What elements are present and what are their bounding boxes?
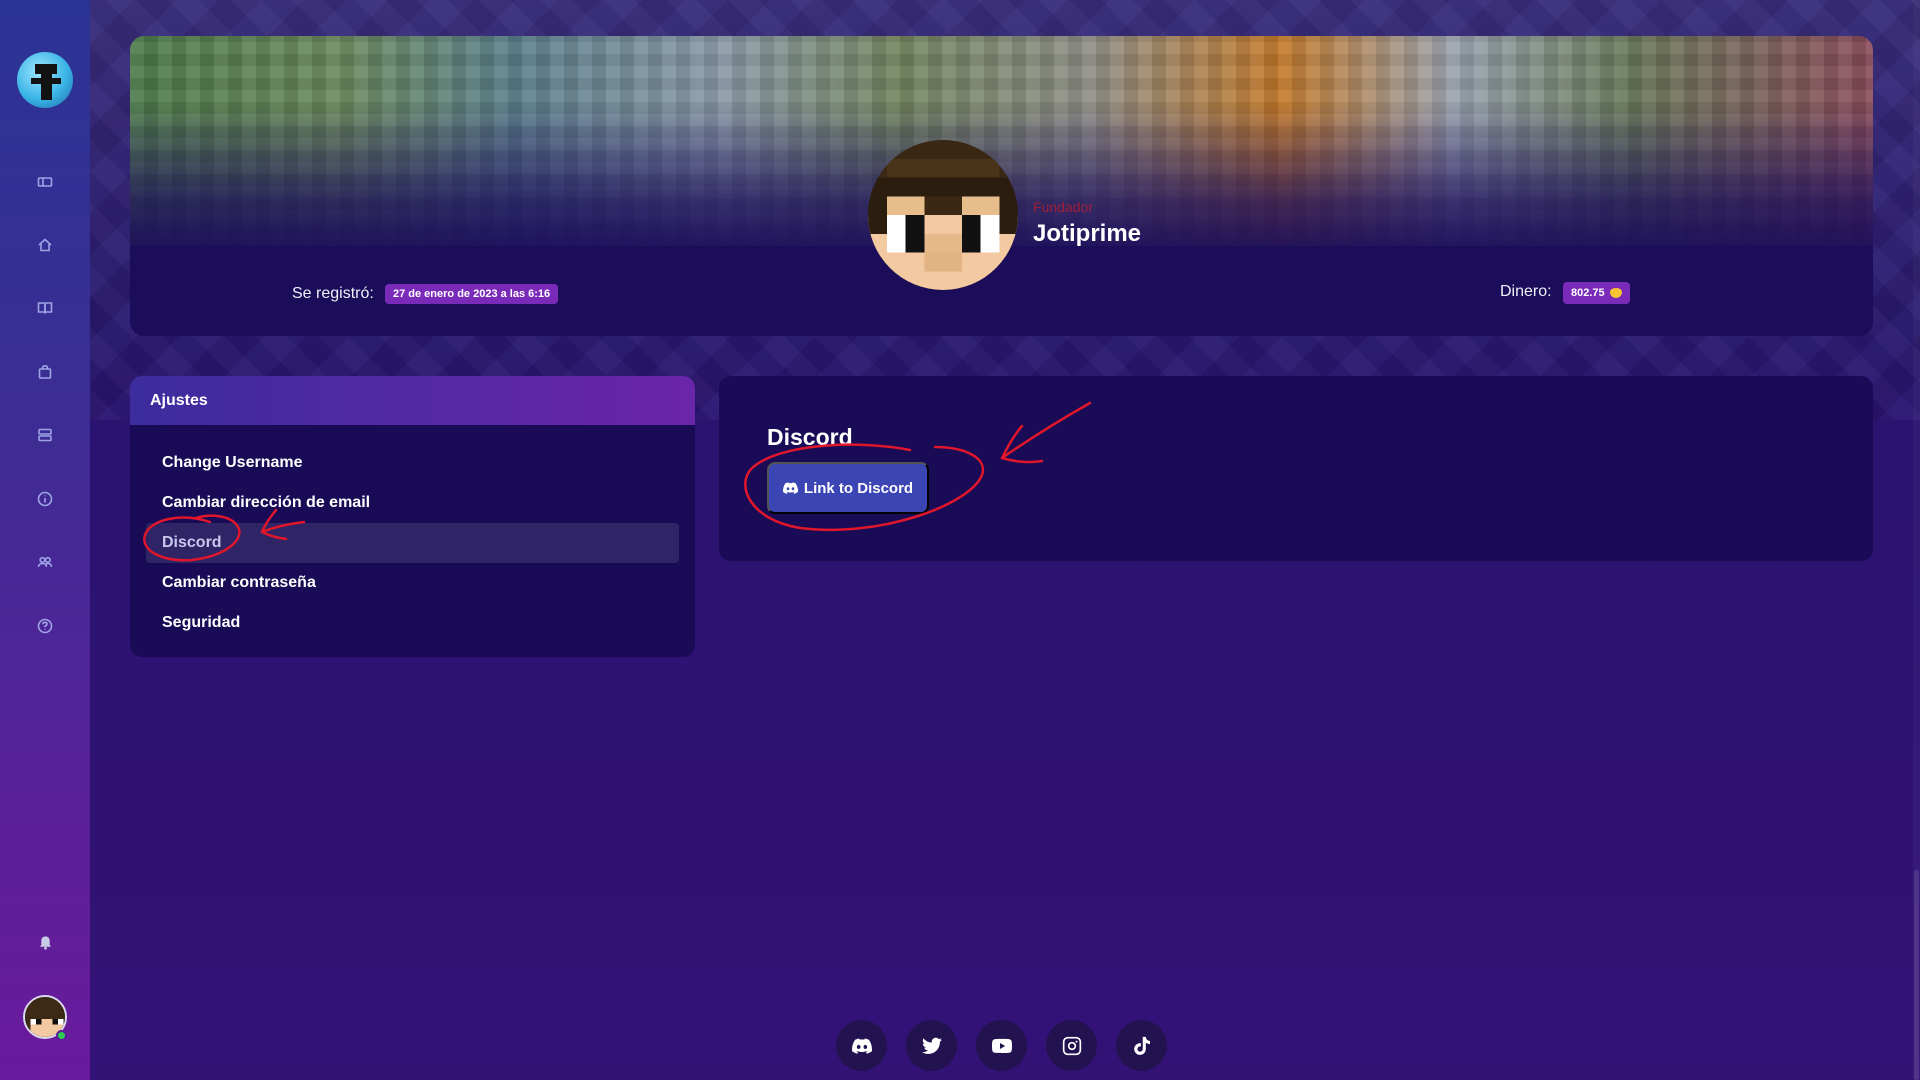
- settings-menu: Change Username Cambiar dirección de ema…: [130, 425, 695, 643]
- shopping-bag-icon[interactable]: [34, 361, 56, 383]
- discord-social-link[interactable]: [836, 1020, 887, 1071]
- discord-icon: [782, 482, 798, 494]
- twitter-social-link[interactable]: [906, 1020, 957, 1071]
- coin-icon: [1609, 288, 1622, 298]
- settings-item-change-email[interactable]: Cambiar dirección de email: [146, 483, 679, 523]
- home-icon[interactable]: [34, 234, 56, 256]
- registered-date-badge: 27 de enero de 2023 a las 6:16: [385, 284, 559, 304]
- settings-title: Ajustes: [130, 376, 695, 425]
- online-status-indicator: [56, 1030, 67, 1041]
- twitter-icon: [921, 1037, 942, 1054]
- bell-icon[interactable]: [35, 932, 55, 952]
- settings-panel: Ajustes Change Username Cambiar direcció…: [130, 376, 695, 657]
- info-icon[interactable]: [34, 488, 56, 510]
- instagram-social-link[interactable]: [1046, 1020, 1097, 1071]
- instagram-icon: [1062, 1036, 1081, 1055]
- settings-item-change-username[interactable]: Change Username: [146, 443, 679, 483]
- sidebar: [0, 0, 90, 1080]
- settings-item-discord[interactable]: Discord: [146, 523, 679, 563]
- book-icon[interactable]: [34, 297, 56, 319]
- tiktok-social-link[interactable]: [1116, 1020, 1167, 1071]
- youtube-social-link[interactable]: [976, 1020, 1027, 1071]
- server-icon[interactable]: [34, 424, 56, 446]
- link-discord-button[interactable]: Link to Discord: [767, 462, 929, 514]
- discord-icon: [851, 1038, 872, 1054]
- username: Jotiprime: [1033, 220, 1142, 247]
- discord-panel: Discord Link to Discord: [719, 376, 1873, 561]
- link-discord-label: Link to Discord: [803, 479, 914, 497]
- money-value: 802.75: [1571, 287, 1605, 299]
- youtube-icon: [991, 1038, 1012, 1053]
- settings-item-security[interactable]: Seguridad: [146, 603, 679, 643]
- server-logo[interactable]: [17, 52, 73, 108]
- users-icon[interactable]: [34, 551, 56, 573]
- money-badge: 802.75: [1563, 282, 1630, 304]
- rank-label: Fundador: [1033, 199, 1093, 215]
- social-links: [836, 1020, 1167, 1071]
- profile-banner: Fundador Jotiprime Se registró: 27 de en…: [130, 36, 1873, 336]
- discord-title: Discord: [767, 424, 853, 450]
- profile-avatar: [868, 140, 1018, 290]
- money-label: Dinero:: [1500, 283, 1552, 300]
- tiktok-icon: [1133, 1036, 1150, 1055]
- help-icon[interactable]: [34, 615, 56, 637]
- settings-item-change-password[interactable]: Cambiar contraseña: [146, 563, 679, 603]
- registered-label: Se registró:: [292, 285, 374, 302]
- page-scrollbar[interactable]: [1913, 0, 1920, 1080]
- ticket-icon[interactable]: [34, 171, 56, 193]
